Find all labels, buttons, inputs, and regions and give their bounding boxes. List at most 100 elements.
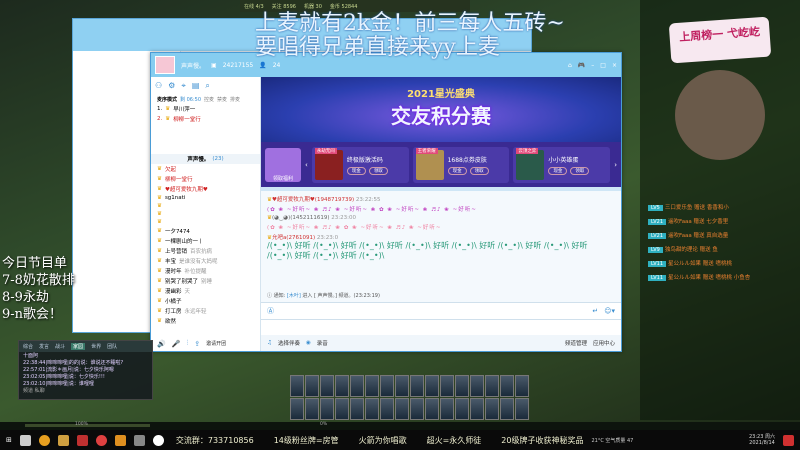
skill-slot[interactable]	[440, 398, 454, 420]
member-item[interactable]: ♛ 一夕7474	[151, 226, 260, 236]
skill-slot[interactable]	[485, 398, 499, 420]
settings-icon[interactable]: ⚙	[168, 81, 175, 91]
close-button[interactable]: ×	[612, 62, 617, 69]
chat-tab[interactable]: 家园	[71, 343, 86, 350]
home-icon[interactable]: ⌂	[568, 62, 572, 69]
sender[interactable]: ♥超可爱牧九期♥(1948719739)	[272, 197, 354, 203]
weather[interactable]: 21°C 空气质量 47	[591, 437, 633, 444]
skill-slot[interactable]	[290, 375, 304, 397]
mixer-icon[interactable]: ⫶	[186, 339, 188, 348]
skill-slot[interactable]	[410, 375, 424, 397]
queue-mic-link[interactable]: 排麦	[230, 96, 240, 103]
send-icon[interactable]: ↵	[592, 307, 598, 315]
skill-slot[interactable]	[425, 398, 439, 420]
event-banner[interactable]: 2021星光盛典 交友积分赛	[261, 77, 621, 142]
location-icon[interactable]: ⌖	[181, 81, 186, 91]
chevron-left-icon[interactable]: ‹	[305, 161, 308, 169]
gift-promo[interactable]: 领取福利	[265, 147, 301, 182]
member-item[interactable]: ♛ 别哭了别哭了 别睡	[151, 276, 260, 286]
member-item[interactable]: ♛	[151, 218, 260, 226]
member-item[interactable]: ♛	[151, 210, 260, 218]
maximize-button[interactable]: □	[600, 62, 606, 69]
skill-slot[interactable]	[380, 398, 394, 420]
font-icon[interactable]: Ⓐ	[267, 306, 274, 316]
skill-slot[interactable]	[365, 375, 379, 397]
skill-slot[interactable]	[350, 375, 364, 397]
claim-button[interactable]: 领取	[570, 166, 590, 175]
member-item[interactable]: ♛ 上号营销 百农抗病	[151, 246, 260, 256]
claim-button[interactable]: 领取	[469, 166, 489, 175]
skill-slot[interactable]	[395, 375, 409, 397]
accompany-button[interactable]: 选择伴奏	[278, 339, 300, 347]
member-item[interactable]: ♛ 一棵剧山的一丨	[151, 236, 260, 246]
skill-slot[interactable]	[320, 398, 334, 420]
start-icon[interactable]: ⊞	[6, 436, 12, 444]
skill-slot[interactable]	[305, 398, 319, 420]
emoji-icon[interactable]: ☺▾	[604, 307, 615, 315]
gamepad-icon[interactable]: 🎮	[578, 62, 585, 69]
skill-slot[interactable]	[365, 398, 379, 420]
app-icon[interactable]	[95, 434, 107, 446]
chat-tab[interactable]: 综合	[23, 343, 33, 350]
chat-tab[interactable]: 世界	[91, 343, 101, 350]
app-icon[interactable]	[57, 434, 69, 446]
claim-button[interactable]: 领取	[368, 166, 388, 175]
member-item[interactable]: ♛ 小橘子	[151, 296, 260, 306]
control-mic-link[interactable]: 控麦	[204, 96, 214, 103]
member-item[interactable]: ♛ ♥超可爱牧九期♥	[151, 184, 260, 194]
skill-slot[interactable]	[440, 375, 454, 397]
search-icon[interactable]: ⌕	[205, 81, 209, 91]
speaker-icon[interactable]: 🔊	[157, 340, 166, 348]
chat-tab[interactable]: 团队	[107, 343, 117, 350]
member-item[interactable]: ♛ 欠起	[151, 164, 260, 174]
app-center-button[interactable]: 应用中心	[593, 339, 615, 347]
skill-slot[interactable]	[290, 398, 304, 420]
member-item[interactable]: ♛ sg1nati	[151, 194, 260, 202]
mic-icon[interactable]: 🎤	[172, 340, 181, 348]
member-list-header[interactable]: 声声慢。	[187, 155, 209, 163]
invite-button[interactable]: 邀请开团	[206, 340, 226, 347]
member-item[interactable]: ♛ 欲然	[151, 316, 260, 326]
chat-tab[interactable]: 发言	[39, 343, 49, 350]
channel-manage-button[interactable]: 频道管理	[565, 339, 587, 347]
skill-slot[interactable]	[335, 398, 349, 420]
skill-slot[interactable]	[320, 375, 334, 397]
skill-slot[interactable]	[515, 375, 529, 397]
chevron-right-icon[interactable]: ›	[614, 161, 617, 169]
skill-slot[interactable]	[305, 375, 319, 397]
status-user[interactable]: [木叶]	[287, 293, 301, 299]
member-item[interactable]: ♛ 丰宝 是谁没有大妈呢	[151, 256, 260, 266]
skill-slot[interactable]	[455, 375, 469, 397]
app-icon[interactable]	[152, 434, 164, 446]
notification-icon[interactable]	[783, 434, 794, 446]
skill-slot[interactable]	[335, 375, 349, 397]
skill-slot[interactable]	[380, 375, 394, 397]
channel-avatar[interactable]	[155, 56, 175, 74]
skill-slot[interactable]	[470, 375, 484, 397]
app-icon[interactable]	[114, 434, 126, 446]
app-icon[interactable]	[133, 434, 145, 446]
chat-tab[interactable]: 战斗	[55, 343, 65, 350]
user-icon[interactable]: ⚇	[155, 81, 162, 91]
queue-item[interactable]: 2. ♛ 柳柳一堂行	[151, 114, 260, 124]
sender[interactable]: (◕‿◕)(1452111619)	[272, 215, 330, 221]
minimize-button[interactable]: –	[591, 62, 594, 69]
app-icon[interactable]	[19, 434, 31, 446]
skill-slot[interactable]	[350, 398, 364, 420]
record-button[interactable]: 录音	[317, 339, 328, 347]
skill-slot[interactable]	[425, 375, 439, 397]
member-item[interactable]: ♛ 柳柳一堂行	[151, 174, 260, 184]
skill-slot[interactable]	[455, 398, 469, 420]
chat-footer[interactable]: 频道 私聊	[23, 388, 148, 395]
ban-mic-link[interactable]: 禁麦	[217, 96, 227, 103]
skill-slot[interactable]	[410, 398, 424, 420]
member-item[interactable]: ♛ 漫幽彩天	[151, 286, 260, 296]
chat-input[interactable]: Ⓐ ↵ ☺▾	[261, 302, 621, 320]
member-item[interactable]: ♛	[151, 202, 260, 210]
app-icon[interactable]	[76, 434, 88, 446]
member-item[interactable]: ♛ 打工房 永远年轻	[151, 306, 260, 316]
queue-item[interactable]: 1. ♛ 早川萍一	[151, 104, 260, 114]
skill-slot[interactable]	[395, 398, 409, 420]
skill-slot[interactable]	[500, 398, 514, 420]
skill-slot[interactable]	[470, 398, 484, 420]
